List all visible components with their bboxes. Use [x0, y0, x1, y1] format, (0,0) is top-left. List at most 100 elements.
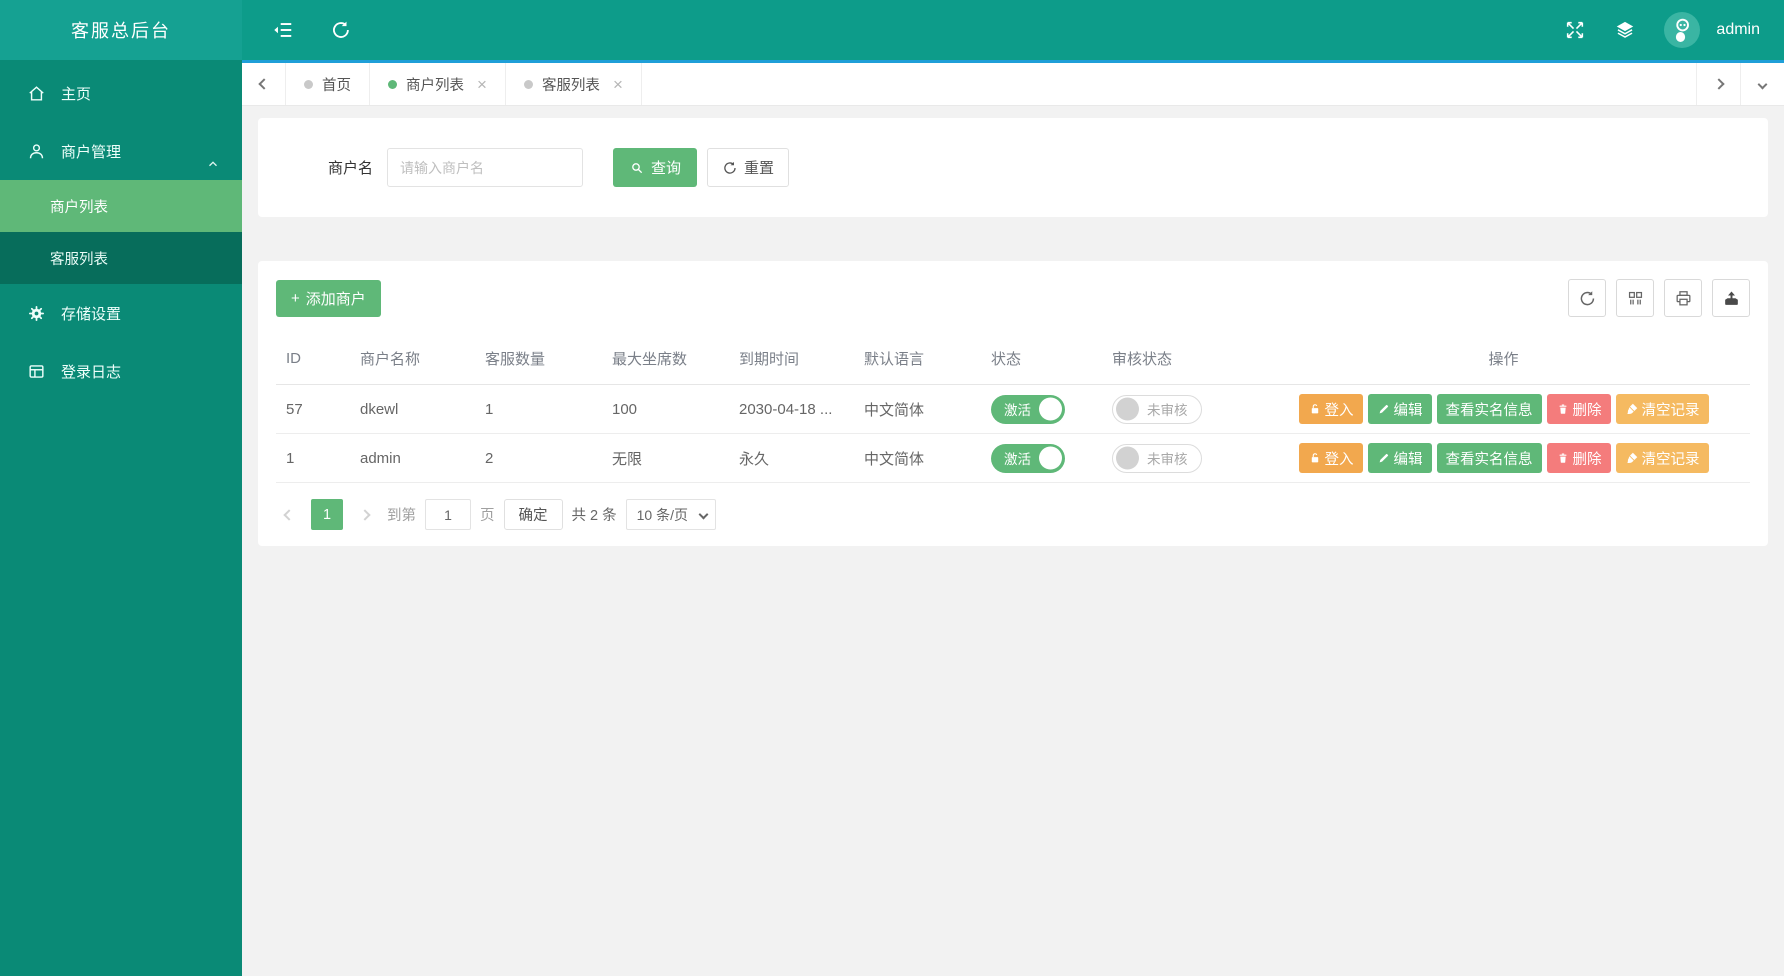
cell-default-language: 中文简体: [854, 433, 981, 483]
page-content: 商户名 查询 重置 + 添加商户: [242, 106, 1784, 976]
merchant-table: ID 商户名称 客服数量 最大坐席数 到期时间 默认语言 状态 审核状态 操作 …: [276, 333, 1750, 483]
sidebar-item-login-log[interactable]: 登录日志: [0, 342, 242, 400]
table-filter-columns-button[interactable]: [1616, 279, 1654, 317]
chevron-left-icon: [283, 508, 295, 521]
clear-records-button[interactable]: 清空记录: [1615, 394, 1709, 424]
layers-icon[interactable]: [1614, 19, 1636, 41]
goto-prefix-label: 到第: [387, 508, 416, 524]
delete-button-label: 删除: [1572, 402, 1602, 419]
tabs-scroll-left-button[interactable]: [242, 63, 286, 105]
unlock-icon: [1308, 402, 1322, 416]
trash-icon: [1556, 451, 1570, 465]
tab-home[interactable]: 首页: [286, 63, 370, 105]
reset-button[interactable]: 重置: [707, 148, 790, 187]
toggle-knob: [1039, 446, 1062, 470]
edit-button[interactable]: 编辑: [1367, 443, 1432, 473]
toggle-knob: [1039, 397, 1062, 421]
view-realname-label: 查看实名信息: [1445, 451, 1533, 468]
sidebar-item-merchant-list[interactable]: 商户列表: [0, 180, 242, 232]
table-export-button[interactable]: [1712, 279, 1750, 317]
view-realname-button[interactable]: 查看实名信息: [1436, 443, 1542, 473]
prev-page-button[interactable]: [276, 500, 302, 530]
close-icon[interactable]: ×: [613, 76, 623, 93]
edit-button[interactable]: 编辑: [1367, 394, 1432, 424]
collapse-sidebar-icon[interactable]: [272, 19, 294, 41]
goto-confirm-button[interactable]: 确定: [503, 499, 563, 530]
user-icon: [27, 142, 46, 161]
cell-agent-count: 1: [475, 384, 602, 434]
table-refresh-button[interactable]: [1568, 279, 1606, 317]
sidebar-item-storage-settings[interactable]: 存储设置: [0, 284, 242, 342]
col-header-status: 状态: [981, 333, 1102, 385]
username[interactable]: admin: [1716, 21, 1760, 39]
sidebar-item-label: 主页: [61, 85, 92, 103]
reset-icon: [722, 160, 738, 176]
tabs-scroll-right-button[interactable]: [1696, 63, 1740, 105]
sidebar-item-label: 客服列表: [50, 251, 108, 268]
search-panel: 商户名 查询 重置: [258, 118, 1768, 217]
page-1-button[interactable]: 1: [311, 499, 343, 530]
delete-button[interactable]: 删除: [1546, 394, 1611, 424]
tab-merchant-list[interactable]: 商户列表 ×: [370, 63, 506, 105]
add-merchant-button[interactable]: + 添加商户: [276, 279, 381, 317]
sidebar-item-label: 登录日志: [61, 363, 122, 381]
sidebar-item-home[interactable]: 主页: [0, 64, 242, 122]
cell-expire-time: 永久: [729, 433, 854, 483]
cell-max-seats: 无限: [602, 433, 729, 483]
toggle-knob: [1116, 446, 1139, 470]
col-header-expire-time: 到期时间: [729, 333, 854, 385]
goto-page-input[interactable]: [425, 499, 471, 530]
tabs-menu-button[interactable]: [1740, 63, 1784, 105]
query-button[interactable]: 查询: [613, 148, 698, 187]
tab-service-list[interactable]: 客服列表 ×: [506, 63, 642, 105]
login-button[interactable]: 登入: [1298, 394, 1363, 424]
clear-records-button[interactable]: 清空记录: [1615, 443, 1709, 473]
filter-columns-icon: [1628, 291, 1642, 304]
view-realname-button[interactable]: 查看实名信息: [1436, 394, 1542, 424]
sidebar-item-merchant-mgmt[interactable]: 商户管理: [0, 122, 242, 180]
col-header-merchant-name: 商户名称: [350, 333, 475, 385]
audit-toggle[interactable]: 未审核: [1112, 443, 1202, 473]
status-toggle-label: 激活: [1004, 452, 1031, 467]
audit-toggle[interactable]: 未审核: [1112, 394, 1202, 424]
col-header-actions: 操作: [1257, 333, 1750, 385]
delete-button[interactable]: 删除: [1546, 443, 1611, 473]
status-toggle[interactable]: 激活: [991, 443, 1065, 473]
pencil-icon: [1377, 402, 1391, 416]
table-row: 57 dkewl 1 100 2030-04-18 ... 中文简体 激活 未审…: [276, 384, 1750, 434]
tab-dot: [523, 79, 533, 89]
col-header-default-language: 默认语言: [854, 333, 981, 385]
edit-button-label: 编辑: [1393, 402, 1423, 419]
login-button-label: 登入: [1324, 402, 1354, 419]
cell-merchant-name: admin: [350, 433, 475, 483]
col-header-audit-status: 审核状态: [1102, 333, 1257, 385]
table-print-button[interactable]: [1664, 279, 1702, 317]
merchant-name-input[interactable]: [387, 148, 584, 187]
tab-label: 商户列表: [406, 77, 464, 94]
sidebar-item-label: 存储设置: [61, 305, 122, 323]
sidebar-item-service-list[interactable]: 客服列表: [0, 232, 242, 284]
chevron-down-icon: [1757, 79, 1768, 89]
status-toggle[interactable]: 激活: [991, 394, 1065, 424]
chevron-left-icon: [257, 78, 270, 90]
brush-icon: [1625, 402, 1639, 416]
clear-records-label: 清空记录: [1641, 451, 1700, 468]
refresh-page-icon[interactable]: [330, 19, 352, 41]
tab-bar: 首页 商户列表 × 客服列表 ×: [242, 63, 1784, 106]
add-merchant-label: 添加商户: [305, 290, 366, 308]
fullscreen-icon[interactable]: [1564, 19, 1586, 41]
sidebar-nav: 主页 商户管理 商户列表 客服列表 存储设置 登录日志: [0, 60, 242, 400]
unlock-icon: [1308, 451, 1322, 465]
tab-dot: [388, 79, 397, 89]
login-button[interactable]: 登入: [1298, 443, 1363, 473]
search-icon: [629, 160, 645, 176]
tab-dot: [304, 79, 313, 89]
log-icon: [27, 362, 46, 381]
per-page-select[interactable]: 10 条/页: [625, 499, 716, 530]
user-avatar[interactable]: [1664, 12, 1701, 48]
col-header-agent-count: 客服数量: [475, 333, 602, 385]
next-page-button[interactable]: [352, 500, 378, 530]
table-row: 1 admin 2 无限 永久 中文简体 激活 未审核 登入 编辑 查看实名信息…: [276, 433, 1750, 483]
plus-icon: +: [291, 289, 300, 307]
close-icon[interactable]: ×: [477, 76, 487, 93]
